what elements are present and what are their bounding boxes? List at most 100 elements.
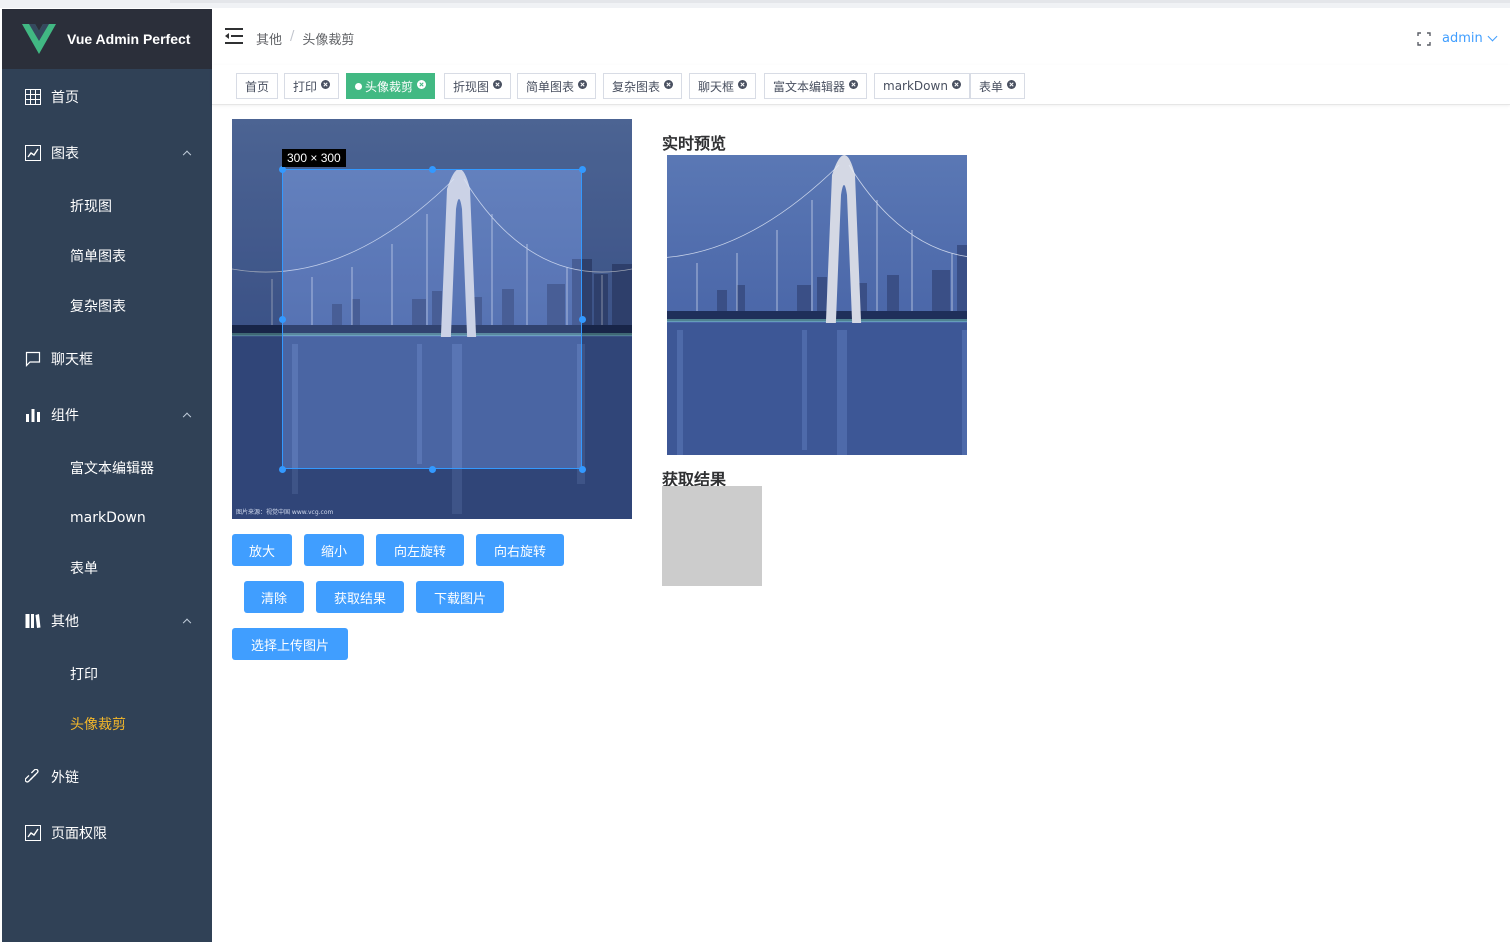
- resize-handle[interactable]: [279, 166, 286, 173]
- resize-handle[interactable]: [579, 166, 586, 173]
- sidebar-item-label: 其他: [51, 614, 79, 630]
- close-icon[interactable]: [493, 79, 503, 89]
- active-dot-icon: [355, 82, 362, 90]
- chevron-up-icon: [182, 150, 192, 160]
- tag-label: markDown: [883, 79, 948, 93]
- crop-size-label: 300 × 300: [282, 149, 346, 167]
- image-watermark: 图片来源：视觉中国 www.vcg.com: [236, 509, 334, 516]
- tag-markdown[interactable]: markDown: [874, 73, 970, 99]
- tag-complex-chart[interactable]: 复杂图表: [603, 73, 683, 99]
- crop-result-image: [662, 486, 762, 586]
- browser-top-strip: [0, 0, 1510, 8]
- tag-home[interactable]: 首页: [236, 73, 279, 99]
- username: admin: [1442, 31, 1483, 46]
- sidebar-item-form[interactable]: 表单: [2, 543, 212, 593]
- sidebar-item-chat[interactable]: 聊天框: [2, 331, 212, 387]
- sidebar-item-label: 打印: [70, 667, 98, 683]
- tag-label: 聊天框: [698, 79, 735, 94]
- sidebar-item-avatar-crop[interactable]: 头像裁剪: [2, 699, 212, 749]
- sidebar-item-charts[interactable]: 图表: [2, 125, 212, 181]
- close-icon[interactable]: [1007, 79, 1017, 89]
- close-icon[interactable]: [664, 79, 674, 89]
- resize-handle[interactable]: [429, 166, 436, 173]
- resize-handle[interactable]: [279, 466, 286, 473]
- chevron-up-icon: [182, 412, 192, 422]
- sidebar-item-label: markDown: [70, 510, 146, 526]
- chat-icon: [25, 351, 41, 367]
- close-icon[interactable]: [849, 79, 859, 89]
- resize-handle[interactable]: [279, 316, 286, 323]
- resize-handle[interactable]: [429, 466, 436, 473]
- tag-avatar-crop[interactable]: 头像裁剪: [346, 73, 436, 99]
- sidebar-item-home[interactable]: 首页: [2, 69, 212, 125]
- tag-label: 头像裁剪: [365, 79, 414, 94]
- tag-print[interactable]: 打印: [284, 73, 340, 99]
- sidebar-item-print[interactable]: 打印: [2, 649, 212, 699]
- close-icon[interactable]: [951, 79, 961, 89]
- zoom-in-button[interactable]: 放大: [232, 534, 292, 566]
- sidebar-item-label: 折现图: [70, 199, 112, 215]
- close-icon[interactable]: [578, 79, 588, 89]
- sidebar-item-page-permission[interactable]: 页面权限: [2, 805, 212, 861]
- breadcrumb-separator: /: [290, 29, 295, 44]
- link-icon: [25, 769, 41, 785]
- sidebar-item-label: 图表: [51, 146, 79, 162]
- sidebar-item-simple-chart[interactable]: 简单图表: [2, 231, 212, 281]
- sidebar-item-label: 复杂图表: [70, 299, 126, 315]
- sidebar-item-components[interactable]: 组件: [2, 387, 212, 443]
- hamburger-icon[interactable]: [225, 28, 243, 44]
- clear-button[interactable]: 清除: [244, 581, 304, 613]
- tag-line-chart[interactable]: 折现图: [444, 73, 512, 99]
- sidebar-item-label: 表单: [70, 561, 98, 577]
- close-icon[interactable]: [417, 79, 427, 89]
- close-icon[interactable]: [738, 79, 748, 89]
- sidebar: Vue Admin Perfect 首页 图表 折现图 简单图表 复杂图表 聊天…: [2, 9, 212, 942]
- close-icon[interactable]: [321, 79, 331, 89]
- fullscreen-icon[interactable]: [1417, 32, 1431, 46]
- tag-label: 折现图: [453, 79, 490, 94]
- zoom-out-button[interactable]: 缩小: [304, 534, 364, 566]
- grid-icon: [25, 89, 41, 105]
- sidebar-item-label: 富文本编辑器: [70, 461, 154, 477]
- sidebar-item-external-link[interactable]: 外链: [2, 749, 212, 805]
- resize-handle[interactable]: [579, 466, 586, 473]
- preview-image: [667, 155, 967, 455]
- sidebar-item-label: 头像裁剪: [70, 717, 126, 733]
- tag-simple-chart[interactable]: 简单图表: [517, 73, 597, 99]
- sidebar-item-rich-editor[interactable]: 富文本编辑器: [2, 443, 212, 493]
- chart-line-icon: [25, 145, 41, 161]
- navbar: 其他 / 头像裁剪 admin: [212, 9, 1510, 65]
- book-icon: [25, 613, 41, 629]
- upload-image-button[interactable]: 选择上传图片: [232, 628, 348, 660]
- app-title: Vue Admin Perfect: [67, 31, 191, 47]
- image-cropper[interactable]: 300 × 300 图片来源：视觉中国 www.vcg.com: [232, 119, 632, 519]
- user-dropdown[interactable]: admin: [1442, 31, 1498, 46]
- live-preview: [667, 155, 967, 455]
- sidebar-item-complex-chart[interactable]: 复杂图表: [2, 281, 212, 331]
- resize-handle[interactable]: [579, 316, 586, 323]
- sidebar-item-line-chart[interactable]: 折现图: [2, 181, 212, 231]
- sidebar-item-label: 外链: [51, 770, 79, 786]
- tag-rich-editor[interactable]: 富文本编辑器: [764, 73, 868, 99]
- tag-label: 首页: [245, 79, 270, 94]
- tag-label: 打印: [293, 79, 318, 94]
- sidebar-item-label: 简单图表: [70, 249, 126, 265]
- chevron-down-icon: [1487, 31, 1498, 42]
- breadcrumb: 其他 / 头像裁剪: [256, 29, 354, 48]
- get-result-button[interactable]: 获取结果: [316, 581, 404, 613]
- sidebar-item-label: 组件: [51, 408, 79, 424]
- breadcrumb-item[interactable]: 其他: [256, 29, 282, 48]
- vue-logo-icon: [22, 24, 56, 54]
- rotate-right-button[interactable]: 向右旋转: [476, 534, 564, 566]
- rotate-left-button[interactable]: 向左旋转: [376, 534, 464, 566]
- breadcrumb-item-current: 头像裁剪: [302, 33, 355, 48]
- tag-chat[interactable]: 聊天框: [689, 73, 757, 99]
- tag-form[interactable]: 表单: [970, 73, 1026, 99]
- crop-selection-box[interactable]: [279, 166, 586, 473]
- logo[interactable]: Vue Admin Perfect: [2, 9, 212, 69]
- preview-title: 实时预览: [662, 134, 727, 153]
- sidebar-item-other[interactable]: 其他: [2, 593, 212, 649]
- sidebar-item-markdown[interactable]: markDown: [2, 493, 212, 543]
- tags-view: 首页 打印 头像裁剪 折现图 简单图表 复杂图表 聊天框 富文本编辑器 mark…: [212, 65, 1510, 105]
- download-image-button[interactable]: 下载图片: [416, 581, 504, 613]
